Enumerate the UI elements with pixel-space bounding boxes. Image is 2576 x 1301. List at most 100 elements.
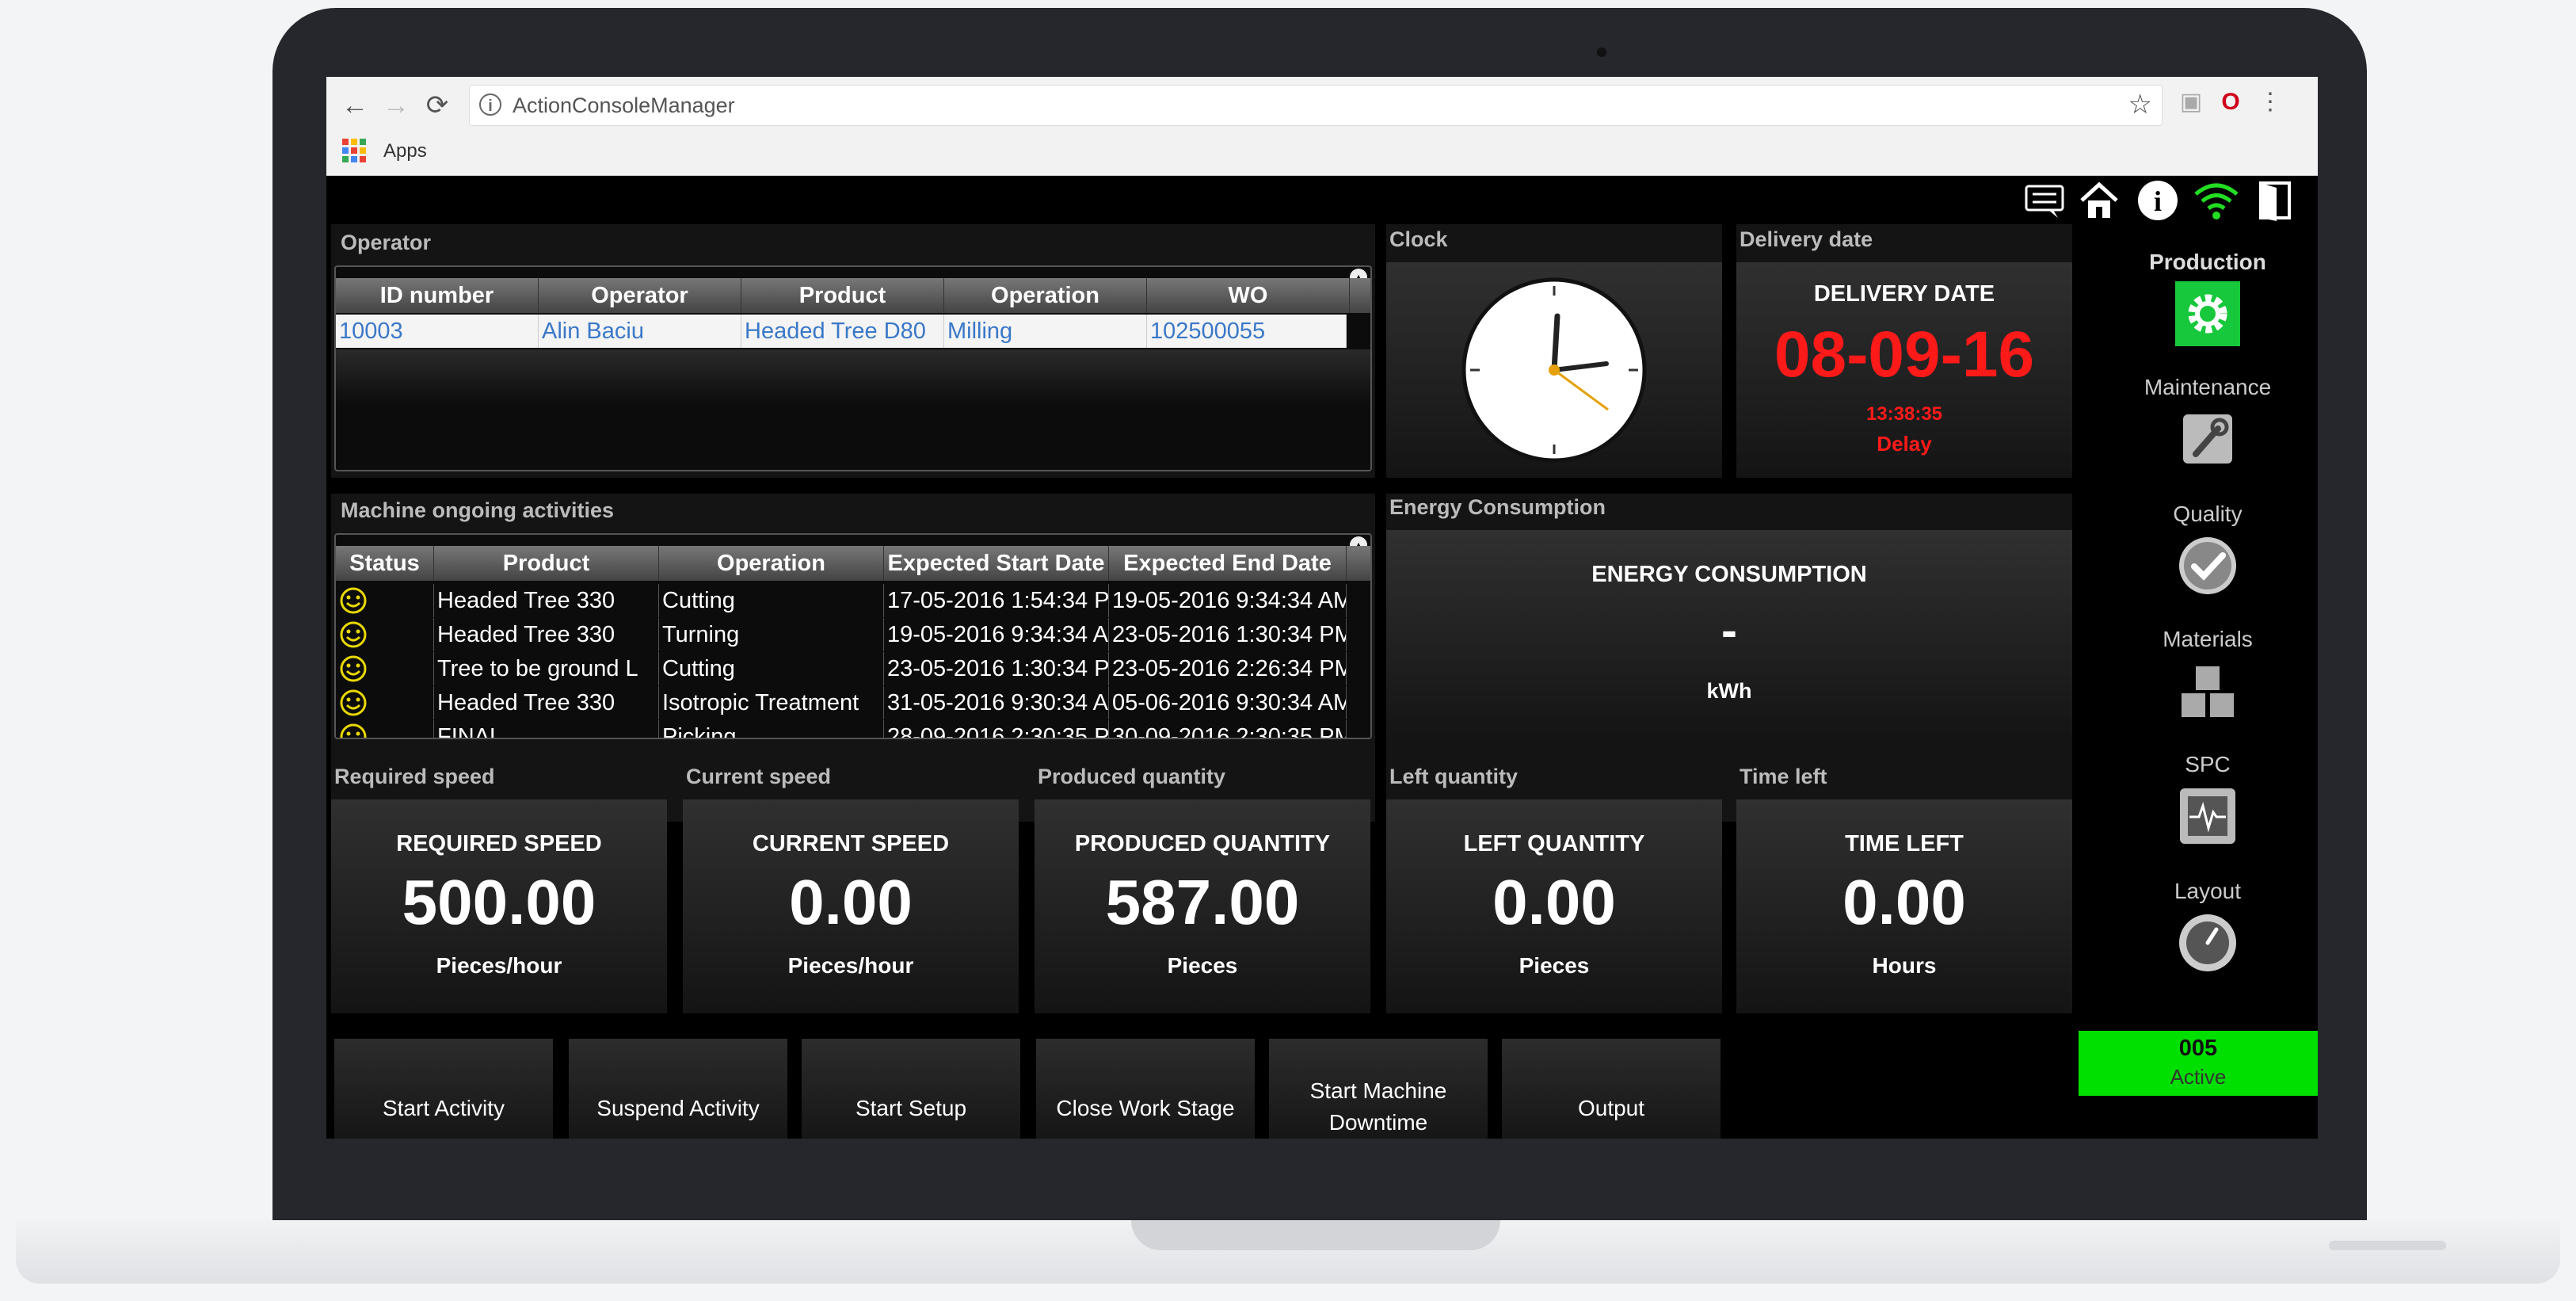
sidebar-item-quality[interactable]: Quality bbox=[2101, 502, 2315, 598]
table-row[interactable]: Tree to be ground L Cutting 23-05-2016 1:3… bbox=[336, 652, 1347, 685]
smiley-status-icon bbox=[336, 720, 434, 738]
address-bar[interactable]: i ActionConsoleManager ☆ bbox=[469, 85, 2163, 126]
table-cell: 30-09-2016 2:30:35 PM bbox=[1109, 720, 1347, 738]
metric-unit: Pieces/hour bbox=[436, 953, 562, 978]
metric-unit: Pieces bbox=[1167, 953, 1238, 978]
energy-unit: kWh bbox=[1706, 679, 1752, 703]
checkmark-icon bbox=[2179, 537, 2236, 594]
metric-heading: LEFT QUANTITY bbox=[1463, 831, 1645, 857]
panel-title: Current speed bbox=[686, 765, 832, 788]
column-header[interactable]: Product bbox=[434, 546, 659, 581]
table-cell: Headed Tree 330 bbox=[434, 618, 659, 651]
table-cell: 19-05-2016 9:34:34 AM bbox=[884, 618, 1109, 651]
column-header[interactable]: Product bbox=[741, 278, 944, 313]
opera-extension-icon[interactable]: O bbox=[2215, 86, 2246, 118]
sidebar-item-label: SPC bbox=[2185, 752, 2231, 776]
exit-door-icon[interactable] bbox=[2253, 178, 2297, 223]
table-cell: Cutting bbox=[659, 584, 884, 617]
time-left-panel: Time left TIME LEFT 0.00 Hours bbox=[1736, 760, 2072, 1013]
sidebar-item-spc[interactable]: SPC bbox=[2101, 752, 2315, 849]
back-arrow-icon[interactable]: ← bbox=[337, 88, 372, 123]
table-cell: Milling bbox=[944, 315, 1147, 348]
laptop-notch bbox=[1131, 1220, 1500, 1250]
smiley-status-icon bbox=[336, 652, 434, 685]
close-work-stage-button[interactable]: Close Work Stage bbox=[1036, 1039, 1255, 1139]
table-cell: Alin Baciu bbox=[539, 315, 741, 348]
status-code: 005 bbox=[2178, 1036, 2218, 1061]
button-label-line: Downtime bbox=[1328, 1110, 1428, 1135]
delivery-panel: Delivery date DELIVERY DATE 08-09-16 13:… bbox=[1736, 224, 2072, 478]
info-circle-icon[interactable]: i bbox=[2136, 178, 2180, 223]
output-button[interactable]: Output bbox=[1502, 1039, 1721, 1139]
table-row[interactable]: 10003 Alin Baciu Headed Tree D80 Milling… bbox=[336, 315, 1347, 348]
column-header[interactable]: Operation bbox=[944, 278, 1147, 313]
time-left-tile: TIME LEFT 0.00 Hours bbox=[1736, 799, 2072, 1013]
table-cell: 23-05-2016 1:30:34 PM bbox=[884, 652, 1109, 685]
boxes-icon bbox=[2182, 666, 2234, 717]
required-speed-tile: REQUIRED SPEED 500.00 Pieces/hour bbox=[331, 799, 667, 1013]
sidebar-item-label: Layout bbox=[2174, 879, 2242, 903]
table-row[interactable]: Headed Tree 330 Turning 19-05-2016 9:34:34… bbox=[336, 618, 1347, 651]
sidebar-item-production[interactable]: Production bbox=[2101, 250, 2315, 346]
panel-title: Left quantity bbox=[1389, 765, 1518, 788]
apps-grid-icon[interactable] bbox=[342, 139, 366, 162]
table-cell: Picking bbox=[659, 720, 884, 738]
chat-icon[interactable] bbox=[2022, 181, 2069, 221]
current-speed-tile: CURRENT SPEED 0.00 Pieces/hour bbox=[683, 799, 1019, 1013]
table-cell: 28-09-2016 2:30:35 PM bbox=[884, 720, 1109, 738]
wifi-icon bbox=[2194, 183, 2239, 219]
status-badge: 005 Active bbox=[2079, 1031, 2318, 1096]
table-cell: Headed Tree 330 bbox=[434, 584, 659, 617]
energy-heading: ENERGY CONSUMPTION bbox=[1591, 562, 1867, 587]
wrench-icon bbox=[2183, 414, 2232, 464]
delivery-time: 13:38:35 bbox=[1865, 403, 1943, 425]
table-row[interactable]: FINAL Picking 28-09-2016 2:30:35 PM 30-09-2… bbox=[336, 720, 1347, 738]
left-quantity-tile: LEFT QUANTITY 0.00 Pieces bbox=[1386, 799, 1722, 1013]
screen: ← → ⟳ i ActionConsoleManager ☆ ▣ O ⋮ App… bbox=[326, 77, 2318, 1139]
laptop-foot bbox=[2329, 1241, 2446, 1250]
table-cell: Headed Tree D80 bbox=[741, 315, 944, 348]
activities-grid-header: Status Product Operation Expected Start … bbox=[336, 546, 1370, 581]
delivery-panel-title: Delivery date bbox=[1740, 227, 1873, 251]
smiley-status-icon bbox=[336, 584, 434, 617]
table-cell: 31-05-2016 9:30:34 AM bbox=[884, 686, 1109, 719]
pdf-extension-icon[interactable]: ▣ bbox=[2175, 86, 2207, 118]
sidebar-item-label: Materials bbox=[2163, 627, 2253, 651]
info-icon[interactable]: i bbox=[479, 93, 501, 116]
suspend-activity-button[interactable]: Suspend Activity bbox=[569, 1039, 787, 1139]
column-header[interactable]: Expected End Date bbox=[1109, 546, 1347, 581]
table-cell: 10003 bbox=[336, 315, 539, 348]
column-header[interactable]: Operator bbox=[539, 278, 741, 313]
browser-chrome: ← → ⟳ i ActionConsoleManager ☆ ▣ O ⋮ App… bbox=[326, 77, 2318, 176]
left-quantity-panel: Left quantity LEFT QUANTITY 0.00 Pieces bbox=[1386, 760, 1722, 1013]
column-header[interactable]: Expected Start Date bbox=[884, 546, 1109, 581]
start-setup-button[interactable]: Start Setup bbox=[802, 1039, 1020, 1139]
metric-value: 500.00 bbox=[402, 867, 596, 937]
column-header[interactable]: WO bbox=[1147, 278, 1350, 313]
star-icon[interactable]: ☆ bbox=[2128, 89, 2152, 120]
sidebar-item-maintenance[interactable]: Maintenance bbox=[2101, 375, 2315, 471]
operator-panel: Operator ▲ ID number Operator Product Op… bbox=[331, 224, 1375, 478]
column-header[interactable]: Operation bbox=[659, 546, 884, 581]
table-row[interactable]: Headed Tree 330 Isotropic Treatment 31-05-… bbox=[336, 686, 1347, 719]
home-icon[interactable] bbox=[2077, 178, 2121, 223]
smiley-status-icon bbox=[336, 686, 434, 719]
chip-pulse-icon bbox=[2180, 788, 2235, 844]
reload-icon[interactable]: ⟳ bbox=[420, 88, 455, 123]
sidebar-item-label: Maintenance bbox=[2143, 375, 2272, 399]
menu-dots-icon[interactable]: ⋮ bbox=[2254, 86, 2286, 118]
table-cell: 23-05-2016 1:30:34 PM bbox=[1109, 618, 1347, 651]
column-header[interactable]: ID number bbox=[336, 278, 539, 313]
sidebar-item-materials[interactable]: Materials bbox=[2101, 627, 2315, 723]
column-header[interactable]: Status bbox=[336, 546, 434, 581]
gear-icon bbox=[2175, 281, 2240, 346]
url-text: ActionConsoleManager bbox=[513, 93, 735, 117]
start-activity-button[interactable]: Start Activity bbox=[334, 1039, 553, 1139]
sidebar-item-layout[interactable]: Layout bbox=[2101, 879, 2315, 975]
table-row[interactable]: Headed Tree 330 Cutting 17-05-2016 1:54:34… bbox=[336, 584, 1347, 617]
apps-bookmark[interactable]: Apps bbox=[383, 140, 427, 162]
start-machine-downtime-button[interactable]: Start Machine Downtime bbox=[1269, 1039, 1488, 1139]
forward-arrow-icon[interactable]: → bbox=[379, 88, 413, 123]
table-cell: 17-05-2016 1:54:34 PM bbox=[884, 584, 1109, 617]
button-label-line: Start Machine bbox=[1309, 1078, 1447, 1103]
